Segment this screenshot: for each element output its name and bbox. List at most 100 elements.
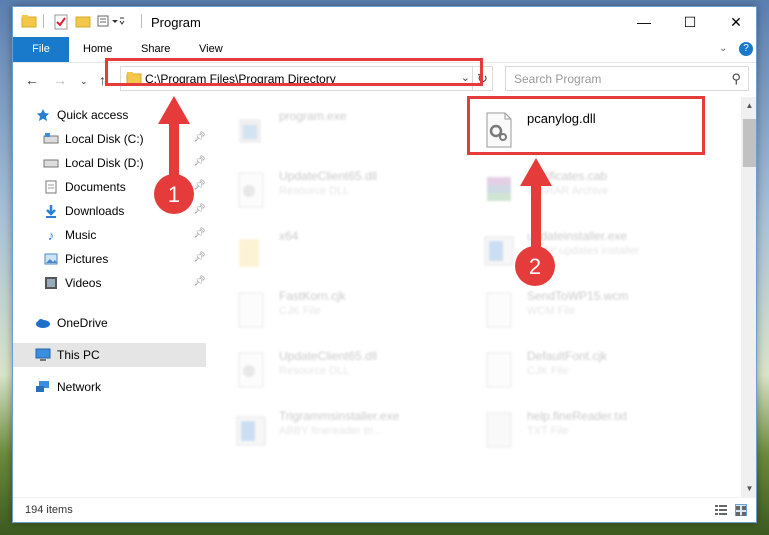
star-icon [35,107,51,123]
separator [43,14,45,28]
sidebar-item-label: Music [65,228,97,242]
pictures-icon [43,251,59,267]
search-input[interactable]: Search Program [514,72,601,86]
chevron-down-icon[interactable]: ⌄ [719,43,727,54]
sidebar-item-videos[interactable]: Videos 📌︎ [13,271,206,295]
file-item[interactable]: program.exe [229,103,469,159]
pin-icon[interactable]: 📌︎ [193,180,206,191]
file-item[interactable]: help.fineReader.txt TXT File [477,403,717,459]
pin-icon[interactable]: 📌︎ [193,276,206,287]
sidebar-item-pictures[interactable]: Pictures 📌︎ [13,247,206,271]
sidebar-item-label: Local Disk (C:) [65,132,144,146]
file-type: CJK File [279,305,321,317]
tab-file[interactable]: File [13,37,69,62]
file-item[interactable]: FastKorn.cjk CJK File [229,283,469,339]
file-item[interactable]: UpdateClient65.dll Resource DLL [229,343,469,399]
file-item[interactable]: UpdateClient65.dll Resource DLL [229,163,469,219]
sidebar-item-quick-access[interactable]: Quick access [13,103,206,127]
sidebar-item-network[interactable]: Network [13,375,206,399]
file-name: Trigrammsinstaller.exe [279,409,400,423]
customize-qat-icon[interactable] [97,14,125,28]
file-type: WinRAR Archive [527,185,609,197]
generic-file-icon [483,351,515,391]
music-icon: ♪ [47,227,55,243]
scroll-up-icon[interactable]: ▲ [741,97,756,114]
window-title: Program [151,15,201,30]
sidebar-item-label: Downloads [65,204,125,218]
sidebar-item-label: Network [57,380,102,394]
sidebar-item-music[interactable]: ♪ Music 📌︎ [13,223,206,247]
scroll-down-icon[interactable]: ▼ [741,480,756,497]
file-name: SendToWP15.wcm [527,289,629,303]
file-item[interactable]: DefaultFont.cjk CJK File [477,343,717,399]
minimize-button[interactable]: — [621,7,667,37]
file-item[interactable]: Trigrammsinstaller.exe ABBY finereader t… [229,403,469,459]
computer-icon [35,347,51,363]
title-bar: Program — ☐ ✕ [13,7,756,37]
sidebar-item-label: Quick access [57,108,129,122]
sidebar-item-documents[interactable]: Documents 📌︎ [13,175,206,199]
forward-arrow-icon[interactable]: → [53,72,67,88]
installer-file-icon [235,411,267,451]
properties-icon[interactable] [53,14,69,30]
sidebar-item-onedrive[interactable]: OneDrive [13,311,206,335]
file-name: DefaultFont.cjk [527,349,608,363]
installer-file-icon [483,231,515,271]
pin-icon[interactable]: 📌︎ [193,132,206,143]
pin-icon[interactable]: 📌︎ [193,252,206,263]
sidebar-item-this-pc[interactable]: This PC [13,343,206,367]
file-name: certificates.cab [527,169,608,183]
file-type: ABBY finereader tri... [279,425,383,437]
sidebar-item-label: Pictures [65,252,109,266]
large-icons-view-icon[interactable] [735,504,747,516]
drive-icon [43,131,59,147]
back-arrow-icon[interactable]: ← [25,72,39,88]
text-file-icon [483,411,515,451]
search-box[interactable]: Search Program ⚲ [505,66,749,91]
file-name: UpdateClient65.dll [279,349,378,363]
help-icon[interactable]: ? [739,42,753,56]
file-name: UpdateClient65.dll [279,169,378,183]
recent-locations-chevron-icon[interactable]: ⌄ [80,76,88,87]
file-item[interactable]: certificates.cab WinRAR Archive [477,163,717,219]
maximize-button[interactable]: ☐ [667,7,713,37]
sidebar-item-label: OneDrive [57,316,108,330]
dll-file-icon [235,171,267,211]
file-type: CJK File [527,365,569,377]
file-item[interactable]: updateinstaller.exe ABBY updates install… [477,223,717,279]
details-view-icon[interactable] [715,504,727,516]
network-icon [35,379,51,395]
sidebar-item-label: Videos [65,276,102,290]
sidebar-item-label: Documents [65,180,126,194]
documents-icon [43,179,59,195]
generic-file-icon [235,291,267,331]
archive-file-icon [483,171,515,211]
pin-icon[interactable]: 📌︎ [193,204,206,215]
scrollbar-thumb[interactable] [743,119,756,167]
file-name: x64 [279,229,299,243]
file-type: TXT File [527,425,569,437]
file-name: help.fineReader.txt [527,409,628,423]
folder-icon [21,14,37,28]
pin-icon[interactable]: 📌︎ [193,156,206,167]
sidebar-item-local-disk-d[interactable]: Local Disk (D:) 📌︎ [13,151,206,175]
pin-icon[interactable]: 📌︎ [193,228,206,239]
address-bar-highlight [105,58,483,86]
sidebar-item-local-disk-c[interactable]: Local Disk (C:) 📌︎ [13,127,206,151]
separator [141,14,143,28]
sidebar-item-label: This PC [57,348,100,362]
sidebar-item-downloads[interactable]: Downloads 📌︎ [13,199,206,223]
file-highlight [467,96,705,155]
new-folder-icon[interactable] [75,14,91,28]
file-item[interactable]: SendToWP15.wcm WCM File [477,283,717,339]
file-type: Resource DLL [279,185,350,197]
search-icon[interactable]: ⚲ [731,71,741,87]
file-item[interactable]: x64 [229,223,469,279]
vertical-scrollbar[interactable]: ▲ ▼ [741,97,756,497]
file-type: ABBY updates installer [527,245,640,257]
sidebar-item-label: Local Disk (D:) [65,156,144,170]
file-name: FastKorn.cjk [279,289,346,303]
close-button[interactable]: ✕ [713,7,756,37]
navigation-pane: Quick access Local Disk (C:) 📌︎ Local Di… [13,97,208,497]
file-list: program.exe UpdateClient65.dll Resource … [209,97,741,497]
